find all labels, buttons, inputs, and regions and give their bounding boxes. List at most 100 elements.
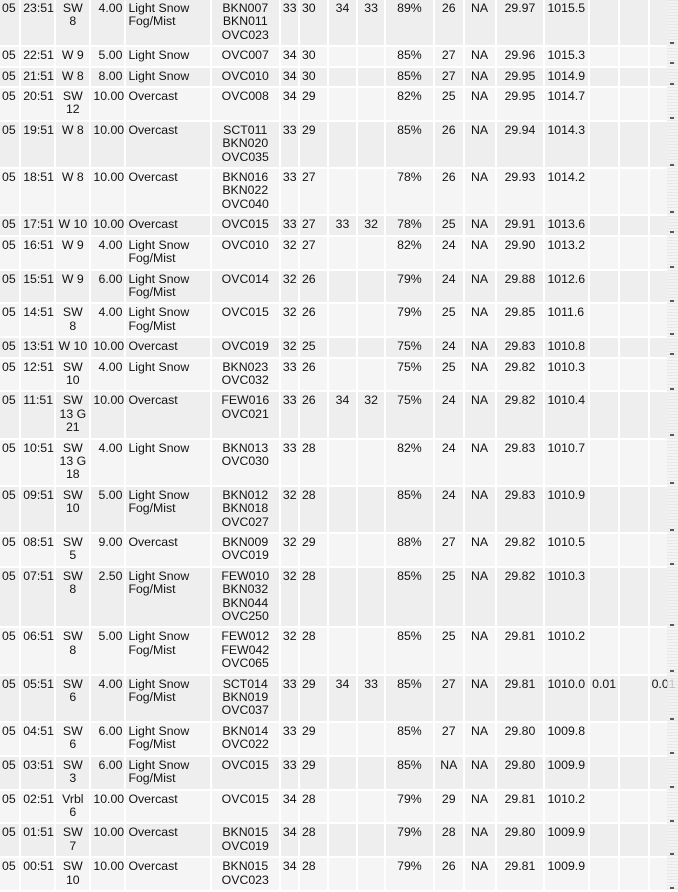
cell-altimeter: 29.82: [496, 392, 544, 438]
cell-weather-line: Overcast: [128, 791, 178, 806]
row-marker: [670, 853, 674, 855]
cell-visibility: 10.00: [91, 824, 125, 857]
row-marker: [670, 164, 674, 166]
cell-precip-1hr: [590, 47, 618, 66]
cell-air-temp: 33: [280, 439, 298, 485]
cell-altimeter: 29.82: [496, 567, 544, 627]
cell-precip-3hr: [619, 236, 648, 269]
cell-wind-line: SW: [62, 676, 83, 691]
cell-sky-condition: OVC015: [211, 790, 279, 823]
cell-date: 05: [0, 88, 20, 120]
cell-relative-humidity: 82%: [385, 88, 433, 120]
cell-sky-condition-line: BKN011: [222, 14, 268, 29]
table-row: 05 20:51 SW 12 10.00 Overcast OVC008 34 29 82% 25 N…: [0, 88, 678, 120]
cell-sky-condition: SCT011 BKN020 OVC035: [211, 121, 279, 168]
cell-sky-condition-line: BKN014: [222, 723, 269, 738]
cell-relative-humidity: 85%: [385, 675, 433, 721]
cell-wind-line: SW: [62, 487, 83, 502]
cell-air-temp: 32: [280, 304, 298, 337]
cell-wind: SW 6: [56, 675, 90, 721]
cell-wind-line: SW: [62, 568, 83, 583]
cell-dew-point: 26: [299, 392, 327, 438]
cell-wind: SW 10: [56, 358, 90, 391]
table-row: 05 16:51 W 9 4.00 Light Snow Fog/Mist OVC010 32…: [0, 236, 678, 269]
cell-sky-condition-line: OVC023: [221, 27, 269, 42]
cell-wind-chill: 26: [434, 121, 463, 168]
cell-sea-level-pressure: 1010.2: [545, 790, 589, 823]
cell-visibility: 10.00: [91, 121, 125, 168]
cell-wind: W 9: [56, 47, 90, 66]
cell-air-temp: 33: [280, 169, 298, 215]
cell-weather: Overcast: [126, 534, 210, 566]
cell-wind-chill: 28: [434, 824, 463, 857]
cell-weather-line: Overcast: [128, 393, 178, 408]
cell-precip-1hr: [590, 392, 618, 438]
cell-time: 13:51: [21, 338, 55, 357]
cell-wind-line: 6: [69, 690, 77, 705]
cell-precip-3hr: [619, 270, 648, 303]
cell-wind-chill: 27: [434, 47, 463, 66]
cell-date: 05: [0, 236, 20, 269]
cell-altimeter: 29.82: [496, 534, 544, 566]
table-row: 05 13:51 W 10 10.00 Overcast OVC019 32 25 75% 24 N…: [0, 338, 678, 357]
cell-weather: Light Snow Fog/Mist: [126, 0, 210, 46]
cell-min-6hr: [358, 47, 384, 66]
cell-dew-point: 29: [299, 534, 327, 566]
cell-relative-humidity: 85%: [385, 486, 433, 532]
cell-weather: Overcast: [126, 88, 210, 120]
cell-weather-line: Light Snow: [128, 305, 190, 320]
cell-time: 06:51: [21, 628, 55, 674]
cell-min-6hr: [358, 824, 384, 857]
cell-wind-line: 10: [65, 501, 80, 516]
cell-weather-line: Light Snow: [128, 676, 190, 691]
cell-sea-level-pressure: 1013.2: [545, 236, 589, 269]
cell-wind-line: SW: [62, 757, 83, 772]
cell-visibility: 9.00: [91, 534, 125, 566]
cell-altimeter: 29.85: [496, 304, 544, 337]
cell-weather-line: Light Snow: [128, 757, 190, 772]
cell-precip-3hr: [619, 567, 648, 627]
cell-precip-1hr: [590, 628, 618, 674]
cell-date: 05: [0, 304, 20, 337]
cell-precip-1hr: [590, 169, 618, 215]
cell-wind-line: 13 G: [59, 453, 87, 468]
cell-sky-condition-line: BKN019: [222, 690, 269, 705]
cell-relative-humidity: 85%: [385, 47, 433, 66]
cell-weather-line: Light Snow: [128, 48, 190, 63]
cell-sea-level-pressure: 1010.8: [545, 338, 589, 357]
cell-wind-chill: 26: [434, 169, 463, 215]
cell-sea-level-pressure: 1009.9: [545, 756, 589, 789]
cell-date: 05: [0, 628, 20, 674]
row-marker: [670, 353, 674, 355]
cell-date: 05: [0, 858, 20, 890]
cell-wind-chill: 24: [434, 486, 463, 532]
cell-min-6hr: [358, 628, 384, 674]
cell-dew-point: 26: [299, 270, 327, 303]
cell-min-6hr: [358, 358, 384, 391]
cell-sea-level-pressure: 1010.0: [545, 675, 589, 721]
cell-time: 03:51: [21, 756, 55, 789]
cell-air-temp: 33: [280, 392, 298, 438]
scrollbar-track[interactable]: [667, 0, 678, 889]
table-row: 05 22:51 W 9 5.00 Light Snow OVC007 34 30 85% 27 N…: [0, 47, 678, 66]
cell-weather-line: Fog/Mist: [128, 690, 176, 705]
cell-wind: W 9: [56, 270, 90, 303]
cell-air-temp: 34: [280, 67, 298, 87]
table-row: 05 05:51 SW 6 4.00 Light Snow Fog/Mist SCT014 BK…: [0, 675, 678, 721]
cell-dew-point: 27: [299, 169, 327, 215]
cell-wind-chill: 24: [434, 270, 463, 303]
cell-wind: Vrbl 6: [56, 790, 90, 823]
cell-precip-3hr: [619, 756, 648, 789]
cell-sky-condition-line: SCT011: [223, 122, 268, 137]
cell-visibility: 10.00: [91, 216, 125, 235]
cell-sea-level-pressure: 1011.6: [545, 304, 589, 337]
cell-wind-line: 6: [69, 804, 77, 819]
cell-sky-condition: BKN014 OVC022: [211, 722, 279, 755]
cell-sea-level-pressure: 1010.7: [545, 439, 589, 485]
cell-wind: SW 5: [56, 534, 90, 566]
table-row: 05 23:51 SW 8 4.00 Light Snow Fog/Mist BKN007 BK…: [0, 0, 678, 46]
cell-dew-point: 27: [299, 236, 327, 269]
cell-precip-3hr: [619, 439, 648, 485]
cell-sky-condition-line: OVC022: [221, 737, 269, 752]
cell-wind-line: 21: [65, 420, 80, 435]
